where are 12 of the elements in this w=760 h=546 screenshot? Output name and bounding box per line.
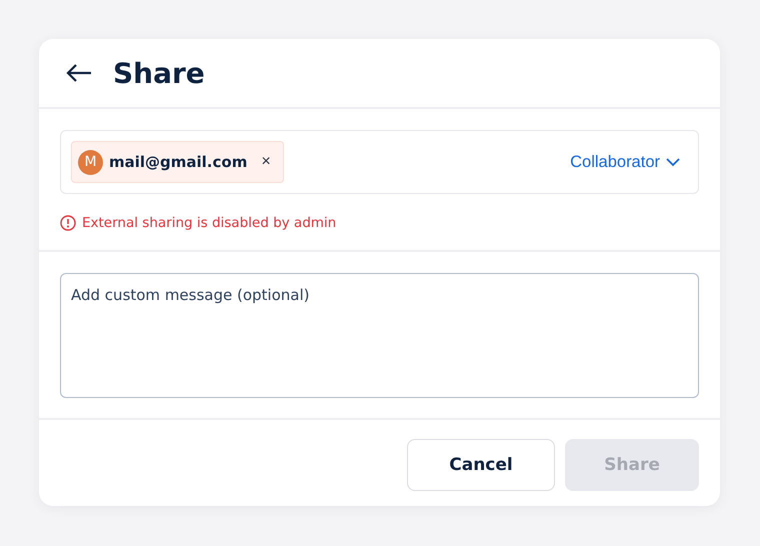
dialog-title: Share bbox=[113, 56, 205, 90]
recipient-field[interactable]: M mail@gmail.com × Collaborator bbox=[60, 130, 699, 194]
message-field[interactable]: Add custom message (optional) bbox=[60, 273, 699, 398]
cancel-button[interactable]: Cancel bbox=[407, 439, 555, 491]
chevron-down-icon bbox=[666, 158, 680, 166]
avatar: M bbox=[78, 150, 103, 174]
warning-icon bbox=[60, 215, 76, 231]
email-text: mail@gmail.com bbox=[109, 153, 248, 171]
back-arrow-icon[interactable] bbox=[65, 63, 93, 83]
role-dropdown[interactable]: Collaborator bbox=[570, 152, 680, 172]
remove-button[interactable]: × bbox=[261, 153, 271, 171]
error-message: External sharing is disabled by admin bbox=[82, 215, 336, 231]
